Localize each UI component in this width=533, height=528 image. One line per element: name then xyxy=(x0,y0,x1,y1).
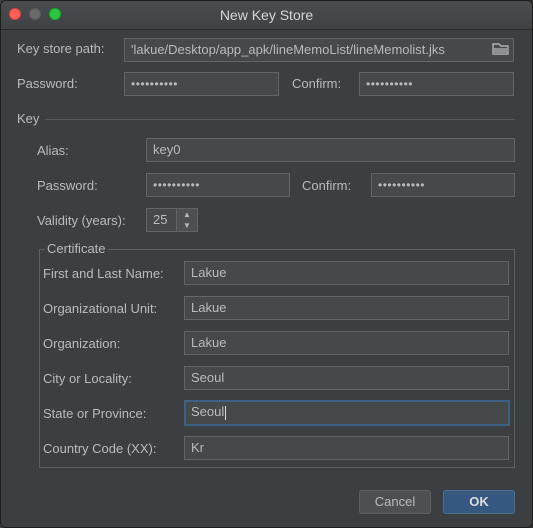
state-province-label: State or Province: xyxy=(43,406,147,421)
validity-label: Validity (years): xyxy=(37,213,126,228)
alias-field[interactable]: key0 xyxy=(146,138,515,162)
certificate-section-label: Certificate xyxy=(45,241,108,256)
text-caret xyxy=(225,405,227,420)
state-province-value: Seoul xyxy=(191,404,225,419)
validity-field[interactable]: 25 xyxy=(146,208,177,232)
organization-field[interactable]: Lakue xyxy=(184,331,509,355)
key-store-path-label: Key store path: xyxy=(17,41,105,56)
chevron-up-icon[interactable]: ▲ xyxy=(177,209,197,220)
keystore-confirm-field[interactable]: •••••••••• xyxy=(359,72,514,96)
city-locality-label: City or Locality: xyxy=(43,371,132,386)
new-key-store-dialog: New Key Store Key store path: 'lakue/Des… xyxy=(0,0,533,528)
key-store-path-value: 'lakue/Desktop/app_apk/lineMemoList/line… xyxy=(131,42,445,57)
organization-label: Organization: xyxy=(43,336,121,351)
key-confirm-field[interactable]: •••••••••• xyxy=(371,173,515,197)
ok-button[interactable]: OK xyxy=(443,490,515,514)
organization-value: Lakue xyxy=(191,335,227,350)
organizational-unit-field[interactable]: Lakue xyxy=(184,296,509,320)
key-confirm-label: Confirm: xyxy=(302,178,352,193)
key-section-label: Key xyxy=(17,111,40,126)
country-code-field[interactable]: Kr xyxy=(184,436,509,460)
country-code-value: Kr xyxy=(191,440,204,455)
keystore-password-label: Password: xyxy=(17,76,78,91)
key-password-label: Password: xyxy=(37,178,98,193)
keystore-confirm-value: •••••••••• xyxy=(366,77,414,91)
first-last-name-field[interactable]: Lakue xyxy=(184,261,509,285)
key-confirm-value: •••••••••• xyxy=(378,178,426,192)
key-section-divider xyxy=(45,119,515,120)
organizational-unit-value: Lakue xyxy=(191,300,227,315)
key-password-field[interactable]: •••••••••• xyxy=(146,173,290,197)
keystore-password-value: •••••••••• xyxy=(131,77,179,91)
keystore-password-field[interactable]: •••••••••• xyxy=(124,72,279,96)
title-bar: New Key Store xyxy=(1,1,532,30)
city-locality-field[interactable]: Seoul xyxy=(184,366,509,390)
city-locality-value: Seoul xyxy=(191,370,225,385)
keystore-confirm-label: Confirm: xyxy=(292,76,342,91)
cancel-button[interactable]: Cancel xyxy=(359,490,431,514)
first-last-name-value: Lakue xyxy=(191,265,227,280)
state-province-field[interactable]: Seoul xyxy=(184,400,510,426)
country-code-label: Country Code (XX): xyxy=(43,441,157,456)
first-last-name-label: First and Last Name: xyxy=(43,266,164,281)
folder-icon[interactable] xyxy=(492,42,510,56)
alias-label: Alias: xyxy=(37,143,69,158)
dialog-title: New Key Store xyxy=(219,7,314,23)
validity-value: 25 xyxy=(153,212,168,227)
validity-spinner[interactable]: ▲ ▼ xyxy=(177,208,198,232)
organizational-unit-label: Organizational Unit: xyxy=(43,301,158,316)
key-store-path-field[interactable]: 'lakue/Desktop/app_apk/lineMemoList/line… xyxy=(124,38,514,62)
alias-value: key0 xyxy=(153,142,181,157)
key-password-value: •••••••••• xyxy=(153,178,201,192)
chevron-down-icon[interactable]: ▼ xyxy=(177,220,197,231)
